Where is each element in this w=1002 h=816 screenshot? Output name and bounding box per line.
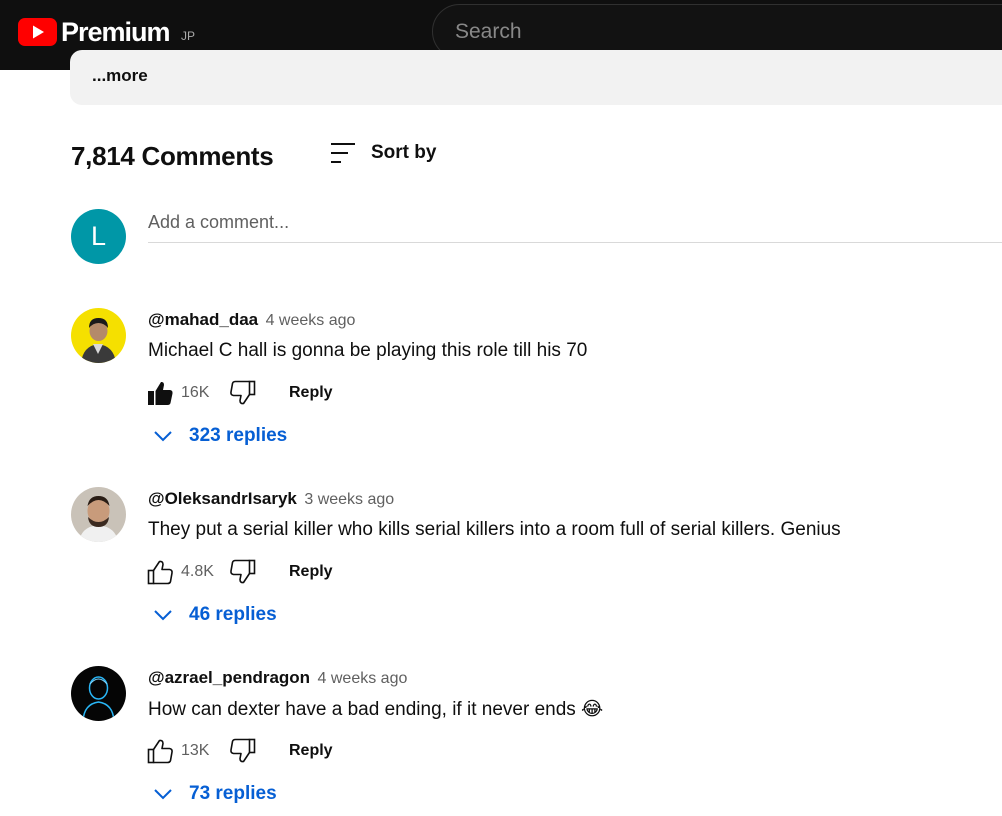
like-count: 16K bbox=[181, 384, 210, 401]
thumbs-down-icon bbox=[230, 380, 256, 405]
view-replies-button[interactable]: 73 replies bbox=[151, 782, 277, 806]
user-avatar-letter: L bbox=[90, 221, 107, 251]
show-more-link[interactable]: ...more bbox=[92, 66, 148, 86]
comment-thread: @azrael_pendragon 4 weeks ago How can de… bbox=[0, 666, 1002, 816]
like-count: 13K bbox=[181, 742, 210, 759]
comment-text: How can dexter have a bad ending, if it … bbox=[148, 699, 604, 720]
thumbs-down-icon bbox=[230, 559, 256, 584]
comment-thread: @mahad_daa 4 weeks ago Michael C hall is… bbox=[0, 308, 1002, 478]
comment-meta: @OleksandrIsaryk 3 weeks ago bbox=[148, 489, 394, 509]
comment-meta: @mahad_daa 4 weeks ago bbox=[148, 310, 355, 330]
comment-timestamp[interactable]: 4 weeks ago bbox=[266, 312, 356, 329]
like-button[interactable] bbox=[146, 379, 174, 407]
reply-button[interactable]: Reply bbox=[289, 742, 333, 760]
chevron-down-icon bbox=[154, 431, 172, 442]
sort-by-button[interactable]: Sort by bbox=[329, 140, 436, 166]
thumbs-up-icon bbox=[147, 560, 173, 585]
view-replies-button[interactable]: 46 replies bbox=[151, 603, 277, 627]
sort-icon bbox=[331, 143, 355, 163]
comment-meta: @azrael_pendragon 4 weeks ago bbox=[148, 668, 407, 688]
like-button[interactable] bbox=[146, 558, 174, 586]
like-count: 4.8K bbox=[181, 563, 214, 580]
person-avatar-icon bbox=[71, 666, 126, 721]
comment-text: They put a serial killer who kills seria… bbox=[148, 519, 841, 540]
dislike-button[interactable] bbox=[229, 737, 257, 765]
dislike-button[interactable] bbox=[229, 379, 257, 407]
comment-actions: 16K Reply bbox=[146, 378, 333, 408]
chevron-down-icon bbox=[154, 789, 172, 800]
add-comment-input[interactable] bbox=[148, 203, 1002, 243]
reply-button[interactable]: Reply bbox=[289, 563, 333, 581]
commenter-avatar[interactable] bbox=[71, 666, 126, 721]
thumbs-up-icon bbox=[147, 739, 173, 764]
person-avatar-icon bbox=[71, 308, 126, 363]
reply-button[interactable]: Reply bbox=[289, 384, 333, 402]
youtube-premium-logo[interactable]: Premium JP bbox=[18, 17, 195, 47]
sort-by-label: Sort by bbox=[371, 142, 437, 163]
thumbs-down-icon bbox=[230, 738, 256, 763]
comment-timestamp[interactable]: 3 weeks ago bbox=[304, 491, 394, 508]
comment-timestamp[interactable]: 4 weeks ago bbox=[318, 670, 408, 687]
thumbs-up-filled-icon bbox=[148, 381, 173, 405]
logo-text: Premium bbox=[61, 17, 171, 47]
comment-thread: @OleksandrIsaryk 3 weeks ago They put a … bbox=[0, 487, 1002, 657]
chevron-down-icon bbox=[154, 610, 172, 621]
comments-count: 7,814 Comments bbox=[71, 141, 274, 171]
person-avatar-icon bbox=[71, 487, 126, 542]
replies-count: 323 replies bbox=[189, 425, 288, 446]
replies-count: 46 replies bbox=[189, 604, 277, 625]
comment-author[interactable]: @OleksandrIsaryk bbox=[148, 489, 297, 508]
youtube-play-icon bbox=[18, 18, 57, 46]
replies-count: 73 replies bbox=[189, 783, 277, 804]
commenter-avatar[interactable] bbox=[71, 487, 126, 542]
region-code: JP bbox=[181, 29, 196, 43]
comment-text: Michael C hall is gonna be playing this … bbox=[148, 340, 588, 361]
description-box[interactable]: ...more bbox=[70, 50, 1002, 105]
comment-actions: 13K Reply bbox=[146, 736, 333, 766]
view-replies-button[interactable]: 323 replies bbox=[151, 424, 287, 448]
dislike-button[interactable] bbox=[229, 558, 257, 586]
like-button[interactable] bbox=[146, 737, 174, 765]
comment-author[interactable]: @mahad_daa bbox=[148, 310, 258, 329]
commenter-avatar[interactable] bbox=[71, 308, 126, 363]
user-avatar[interactable]: L bbox=[71, 209, 126, 264]
comment-author[interactable]: @azrael_pendragon bbox=[148, 668, 310, 687]
comment-actions: 4.8K Reply bbox=[146, 557, 333, 587]
